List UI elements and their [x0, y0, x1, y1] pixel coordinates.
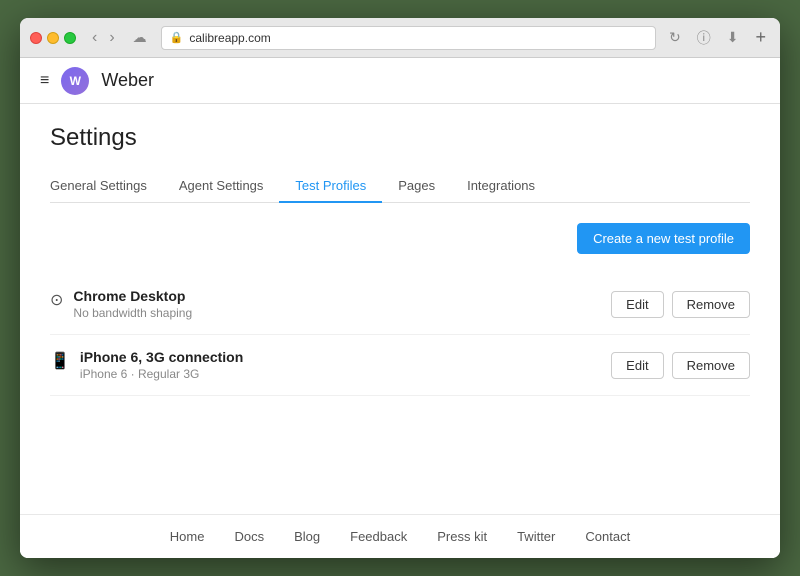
- traffic-lights: [30, 32, 76, 44]
- page-title: Settings: [50, 124, 750, 152]
- close-button[interactable]: [30, 32, 42, 44]
- profile-item-iphone-6: 📱 iPhone 6, 3G connection iPhone 6 · Reg…: [50, 335, 750, 396]
- footer-twitter-link[interactable]: Twitter: [517, 529, 555, 544]
- app-name: Weber: [101, 70, 154, 91]
- action-bar: Create a new test profile: [50, 223, 750, 254]
- profile-detail: iPhone 6 · Regular 3G: [80, 367, 243, 381]
- remove-chrome-desktop-button[interactable]: Remove: [672, 291, 750, 318]
- url-text: calibreapp.com: [189, 31, 270, 45]
- minimize-button[interactable]: [47, 32, 59, 44]
- reload-button[interactable]: ↻: [664, 27, 686, 48]
- profile-name: iPhone 6, 3G connection: [80, 349, 243, 365]
- tab-test-profiles[interactable]: Test Profiles: [279, 170, 382, 203]
- profile-name: Chrome Desktop: [73, 288, 192, 304]
- footer-contact-link[interactable]: Contact: [585, 529, 630, 544]
- avatar: W: [61, 67, 89, 95]
- download-button[interactable]: ⬇: [722, 27, 744, 48]
- profile-info: iPhone 6, 3G connection iPhone 6 · Regul…: [80, 349, 243, 381]
- tabs: General Settings Agent Settings Test Pro…: [50, 170, 750, 203]
- lock-icon: 🔒: [170, 31, 184, 44]
- profile-actions: Edit Remove: [611, 352, 750, 379]
- profile-item-chrome-desktop: ⊙ Chrome Desktop No bandwidth shaping Ed…: [50, 274, 750, 335]
- page-content: Settings General Settings Agent Settings…: [20, 104, 780, 514]
- desktop-icon: ⊙: [50, 290, 63, 310]
- tab-general-settings[interactable]: General Settings: [50, 170, 163, 203]
- address-bar[interactable]: 🔒 calibreapp.com: [161, 26, 656, 50]
- edit-iphone-6-button[interactable]: Edit: [611, 352, 663, 379]
- footer-home-link[interactable]: Home: [170, 529, 205, 544]
- footer-feedback-link[interactable]: Feedback: [350, 529, 407, 544]
- browser-window: ‹ › ☁ 🔒 calibreapp.com ↻ ⓘ ⬇ + ≡ W Weber…: [20, 18, 780, 558]
- info-button[interactable]: ⓘ: [692, 26, 716, 50]
- footer-docs-link[interactable]: Docs: [234, 529, 264, 544]
- tab-agent-settings[interactable]: Agent Settings: [163, 170, 280, 203]
- footer: Home Docs Blog Feedback Press kit Twitte…: [20, 514, 780, 558]
- tab-integrations[interactable]: Integrations: [451, 170, 551, 203]
- app-header: ≡ W Weber: [20, 58, 780, 104]
- profile-detail: No bandwidth shaping: [73, 306, 192, 320]
- add-tab-button[interactable]: +: [751, 27, 770, 48]
- profiles-list: ⊙ Chrome Desktop No bandwidth shaping Ed…: [50, 274, 750, 396]
- profile-info: Chrome Desktop No bandwidth shaping: [73, 288, 192, 320]
- profile-actions: Edit Remove: [611, 291, 750, 318]
- footer-blog-link[interactable]: Blog: [294, 529, 320, 544]
- maximize-button[interactable]: [64, 32, 76, 44]
- cloud-button[interactable]: ☁: [127, 27, 153, 48]
- profile-left: ⊙ Chrome Desktop No bandwidth shaping: [50, 288, 192, 320]
- mobile-icon: 📱: [50, 351, 70, 371]
- forward-button[interactable]: ›: [105, 27, 118, 49]
- remove-iphone-6-button[interactable]: Remove: [672, 352, 750, 379]
- menu-icon[interactable]: ≡: [40, 72, 49, 90]
- toolbar-right: ↻ ⓘ ⬇: [664, 26, 743, 50]
- footer-press-kit-link[interactable]: Press kit: [437, 529, 487, 544]
- tab-pages[interactable]: Pages: [382, 170, 451, 203]
- profile-left: 📱 iPhone 6, 3G connection iPhone 6 · Reg…: [50, 349, 243, 381]
- main-content: Settings General Settings Agent Settings…: [20, 104, 780, 558]
- edit-chrome-desktop-button[interactable]: Edit: [611, 291, 663, 318]
- create-test-profile-button[interactable]: Create a new test profile: [577, 223, 750, 254]
- title-bar: ‹ › ☁ 🔒 calibreapp.com ↻ ⓘ ⬇ +: [20, 18, 780, 58]
- back-button[interactable]: ‹: [88, 27, 101, 49]
- nav-buttons: ‹ ›: [88, 27, 119, 49]
